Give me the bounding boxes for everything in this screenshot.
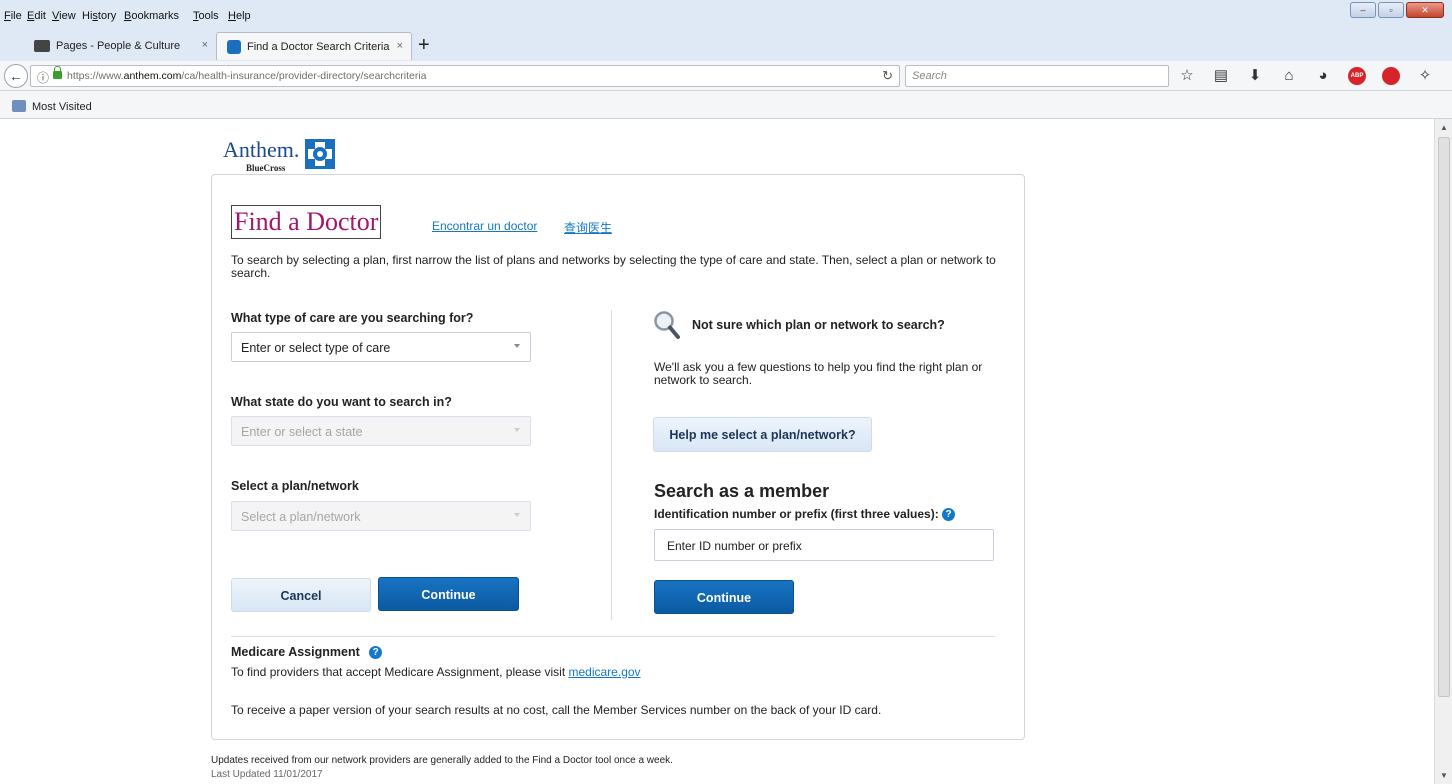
menu-view[interactable]: View bbox=[52, 10, 76, 22]
anthem-logo[interactable]: Anthem. BlueCross bbox=[221, 133, 361, 173]
page-title: Find a Doctor bbox=[231, 205, 382, 239]
adblock-icon[interactable]: ABP bbox=[1348, 67, 1366, 85]
vertical-scrollbar[interactable]: ▲ ▼ bbox=[1434, 119, 1452, 784]
logo-brand: Anthem. bbox=[223, 137, 300, 162]
help-icon[interactable]: ? bbox=[369, 646, 383, 660]
bookmarks-bar: Most Visited bbox=[0, 91, 1452, 119]
help-select-plan-button[interactable]: Help me select a plan/network? bbox=[653, 417, 872, 452]
search-placeholder: Search bbox=[912, 70, 947, 82]
magnifier-icon bbox=[654, 311, 680, 339]
member-continue-button[interactable]: Continue bbox=[654, 580, 794, 614]
back-arrow-icon[interactable]: ← bbox=[4, 64, 28, 88]
footer-update-note: Updates received from our network provid… bbox=[211, 755, 673, 766]
state-placeholder: Enter or select a state bbox=[241, 425, 363, 439]
address-bar[interactable]: ⓘ https://www.anthem.com/ca/health-insur… bbox=[30, 65, 900, 87]
chevron-down-icon bbox=[514, 344, 520, 348]
url-text: https://www.anthem.com/ca/health-insuran… bbox=[67, 70, 427, 82]
member-id-label: Identification number or prefix (first t… bbox=[654, 507, 956, 522]
member-id-input[interactable]: Enter ID number or prefix bbox=[654, 529, 994, 561]
window-controls: – ▫ ✕ bbox=[1350, 2, 1444, 18]
blue-cross-icon bbox=[305, 139, 335, 169]
tab-pages-people-culture[interactable]: Pages - People & Culture × bbox=[24, 32, 216, 60]
extension-icon[interactable] bbox=[1382, 67, 1400, 85]
chevron-down-icon bbox=[514, 428, 520, 432]
home-icon[interactable]: ⌂ bbox=[1280, 67, 1298, 85]
pocket-icon[interactable]: ◕ bbox=[1314, 67, 1332, 85]
medicare-text: To find providers that accept Medicare A… bbox=[231, 665, 641, 679]
menu-history[interactable]: History bbox=[82, 10, 116, 22]
tab-close-icon[interactable]: × bbox=[397, 40, 403, 52]
chevron-down-icon bbox=[514, 513, 520, 517]
tab-label: Find a Doctor Search Criteria bbox=[247, 40, 390, 53]
plan-label: Select a plan/network bbox=[231, 479, 359, 493]
footer-last-updated: Last Updated 11/01/2017 bbox=[211, 769, 323, 780]
spanish-link[interactable]: Encontrar un doctor bbox=[432, 219, 537, 233]
tab-strip: Pages - People & Culture × Find a Doctor… bbox=[0, 30, 1452, 61]
page-viewport: Anthem. BlueCross Find a Doctor Encontra… bbox=[0, 119, 1434, 784]
medicare-gov-link[interactable]: medicare.gov bbox=[569, 665, 641, 679]
reading-list-icon[interactable]: ▤ bbox=[1212, 67, 1230, 85]
bookmark-most-visited[interactable]: Most Visited bbox=[32, 101, 92, 113]
toolbar-icons: ☆ ▤ ⬇ ⌂ ◕ ABP ✧ ≡ bbox=[1178, 67, 1452, 85]
lock-icon[interactable] bbox=[53, 66, 62, 79]
bookmark-star-icon[interactable]: ☆ bbox=[1178, 67, 1196, 85]
reload-icon[interactable]: ↻ bbox=[882, 68, 893, 84]
state-label: What state do you want to search in? bbox=[231, 395, 452, 409]
scroll-down-icon[interactable]: ▼ bbox=[1440, 771, 1448, 780]
scrollbar-thumb[interactable] bbox=[1438, 137, 1450, 697]
plan-select[interactable]: Select a plan/network bbox=[231, 501, 531, 531]
site-favicon-icon bbox=[34, 40, 50, 52]
tab-find-a-doctor[interactable]: Find a Doctor Search Criteria × bbox=[216, 32, 412, 60]
menu-bar: File Edit View History Bookmarks Tools H… bbox=[0, 0, 1452, 30]
minimize-button[interactable]: – bbox=[1350, 2, 1376, 18]
close-window-button[interactable]: ✕ bbox=[1406, 2, 1444, 18]
care-type-select[interactable]: Enter or select type of care bbox=[231, 332, 531, 362]
help-icon[interactable]: ? bbox=[942, 508, 956, 522]
chinese-link[interactable]: 查询医生 bbox=[564, 219, 612, 236]
restore-button[interactable]: ▫ bbox=[1378, 2, 1404, 18]
continue-button[interactable]: Continue bbox=[378, 577, 519, 611]
member-id-label-text: Identification number or prefix (first t… bbox=[654, 507, 939, 521]
new-tab-button[interactable]: + bbox=[418, 34, 430, 57]
cancel-button[interactable]: Cancel bbox=[231, 578, 371, 612]
plan-help-heading: Not sure which plan or network to search… bbox=[692, 318, 945, 332]
puzzle-icon[interactable]: ✧ bbox=[1416, 67, 1434, 85]
menu-tools[interactable]: Tools bbox=[193, 10, 219, 22]
menu-help[interactable]: Help bbox=[228, 10, 251, 22]
logo-sub: BlueCross bbox=[246, 163, 286, 173]
plan-placeholder: Select a plan/network bbox=[241, 510, 361, 524]
care-type-label: What type of care are you searching for? bbox=[231, 311, 474, 325]
care-type-placeholder: Enter or select type of care bbox=[241, 341, 391, 355]
search-card: Find a Doctor Encontrar un doctor 查询医生 T… bbox=[211, 174, 1025, 740]
intro-text: To search by selecting a plan, first nar… bbox=[231, 253, 996, 280]
member-search-title: Search as a member bbox=[654, 481, 830, 501]
download-icon[interactable]: ⬇ bbox=[1246, 67, 1264, 85]
menu-bookmarks[interactable]: Bookmarks bbox=[124, 10, 179, 22]
medicare-heading: Medicare Assignment ? bbox=[231, 645, 383, 660]
section-divider bbox=[231, 636, 995, 637]
member-id-placeholder: Enter ID number or prefix bbox=[667, 539, 802, 553]
menu-edit[interactable]: Edit bbox=[27, 10, 46, 22]
scroll-up-icon[interactable]: ▲ bbox=[1440, 123, 1448, 132]
medicare-heading-text: Medicare Assignment bbox=[231, 645, 360, 659]
tab-close-icon[interactable]: × bbox=[202, 39, 208, 51]
state-select[interactable]: Enter or select a state bbox=[231, 416, 531, 446]
plan-help-text: We'll ask you a few questions to help yo… bbox=[654, 360, 983, 387]
info-icon[interactable]: ⓘ bbox=[37, 69, 49, 86]
medicare-text-body: To find providers that accept Medicare A… bbox=[231, 665, 569, 679]
navigation-bar: ← ⓘ https://www.anthem.com/ca/health-ins… bbox=[0, 61, 1452, 91]
column-divider bbox=[611, 310, 612, 620]
anthem-favicon-icon bbox=[227, 39, 241, 54]
menu-file[interactable]: File bbox=[4, 10, 22, 22]
folder-icon bbox=[12, 100, 26, 112]
search-input[interactable]: Search bbox=[905, 65, 1169, 87]
tab-label: Pages - People & Culture bbox=[56, 40, 181, 52]
paper-version-text: To receive a paper version of your searc… bbox=[231, 703, 882, 717]
